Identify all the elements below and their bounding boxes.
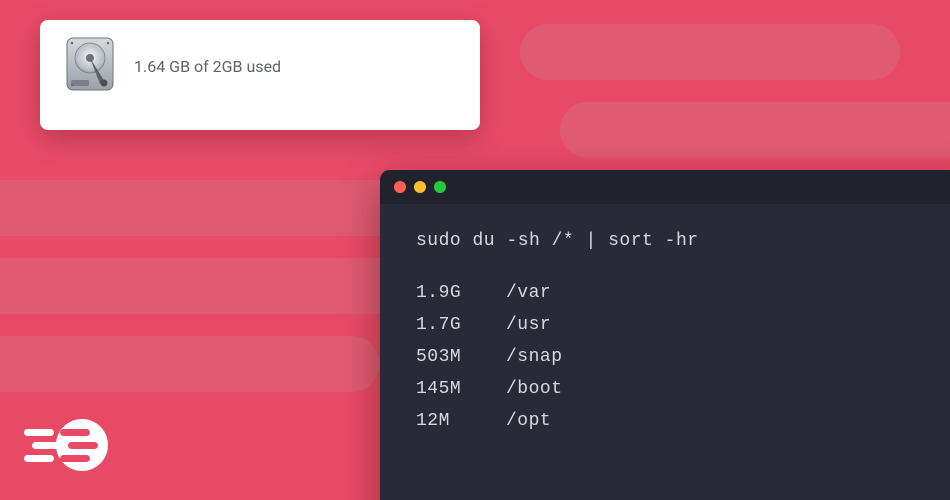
output-size: 1.7G: [416, 316, 506, 334]
window-close-dot[interactable]: [394, 181, 406, 193]
terminal-body[interactable]: sudo du -sh /* | sort -hr 1.9G/var1.7G/u…: [380, 204, 950, 472]
output-path: /opt: [506, 412, 551, 430]
bg-decor-bar: [0, 258, 420, 314]
output-size: 1.9G: [416, 284, 506, 302]
terminal-command: sudo du -sh /* | sort -hr: [416, 232, 944, 250]
disk-usage-text: 1.64 GB of 2GB used: [134, 57, 281, 76]
terminal-window: sudo du -sh /* | sort -hr 1.9G/var1.7G/u…: [380, 170, 950, 500]
disk-drive-icon: [64, 36, 116, 96]
bg-decor-bar: [560, 102, 950, 158]
bg-decor-bar: [0, 180, 420, 236]
brand-swoosh-icon: [24, 416, 114, 478]
terminal-output-line: 145M/boot: [416, 380, 944, 398]
bg-decor-bar: [0, 336, 380, 392]
output-path: /usr: [506, 316, 551, 334]
terminal-titlebar: [380, 170, 950, 204]
output-path: /snap: [506, 348, 563, 366]
output-path: /boot: [506, 380, 563, 398]
terminal-output-line: 503M/snap: [416, 348, 944, 366]
output-size: 503M: [416, 348, 506, 366]
terminal-output-line: 1.9G/var: [416, 284, 944, 302]
window-minimize-dot[interactable]: [414, 181, 426, 193]
terminal-output-line: 12M/opt: [416, 412, 944, 430]
terminal-output-line: 1.7G/usr: [416, 316, 944, 334]
window-zoom-dot[interactable]: [434, 181, 446, 193]
output-size: 145M: [416, 380, 506, 398]
disk-usage-card: 1.64 GB of 2GB used: [40, 20, 480, 130]
bg-decor-bar: [520, 24, 900, 80]
output-path: /var: [506, 284, 551, 302]
output-size: 12M: [416, 412, 506, 430]
